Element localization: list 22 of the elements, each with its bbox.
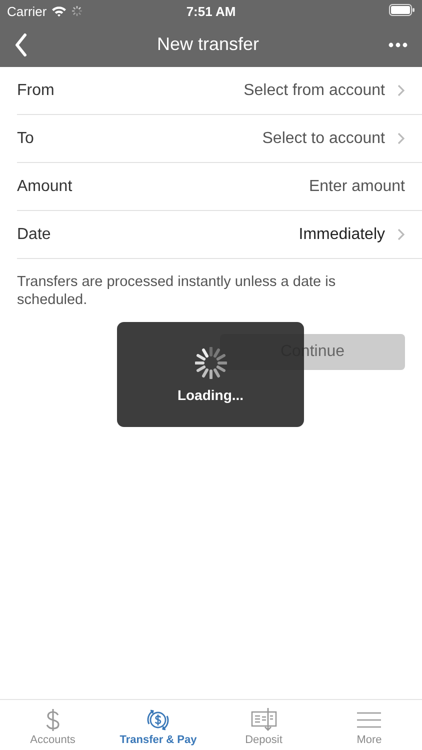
- screen-title: New transfer: [156, 34, 260, 55]
- chevron-right-icon: [397, 84, 405, 97]
- more-icon: [388, 42, 408, 48]
- status-time: 7:51 AM: [186, 4, 236, 18]
- loading-spinner-icon: [194, 346, 226, 378]
- field-placeholder: Select to account: [262, 130, 385, 148]
- wifi-icon: [50, 5, 67, 17]
- form-row[interactable]: Amount Enter amount: [17, 163, 422, 211]
- battery-icon: [389, 4, 415, 16]
- loading-text: Loading...: [177, 386, 244, 402]
- chevron-right-icon: [397, 132, 405, 145]
- tab-bar-item[interactable]: Transfer & Pay: [106, 700, 211, 750]
- field-placeholder: Select from account: [244, 82, 385, 100]
- back-icon: [14, 32, 28, 56]
- carrier-name: Carrier: [7, 4, 47, 18]
- info-text: Transfers are processed instantly unless a date is scheduled.: [17, 273, 337, 309]
- form-row[interactable]: From Select from account: [17, 67, 422, 115]
- form-row[interactable]: Date Immediately: [17, 211, 422, 259]
- form-row[interactable]: To Select to account: [17, 115, 422, 163]
- field-value: Immediately: [298, 226, 385, 244]
- chevron-right-icon: [397, 228, 405, 241]
- activity-spinner-icon: [70, 5, 83, 17]
